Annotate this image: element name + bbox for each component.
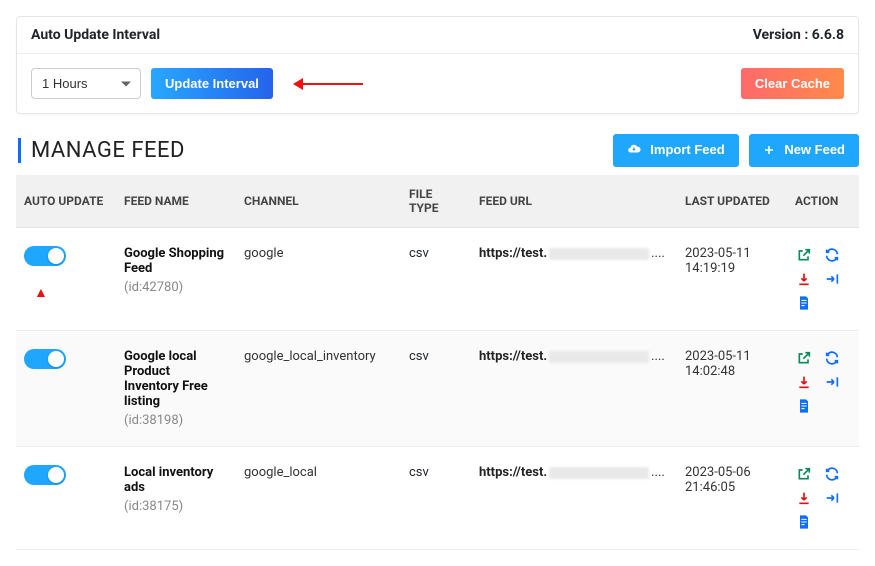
- feed-url-cell: https://test.....: [471, 447, 677, 550]
- panel-header: Auto Update Interval Version : 6.6.8: [17, 17, 858, 54]
- channel-value: google: [236, 228, 401, 331]
- feed-url-blurred: [549, 351, 649, 363]
- export-icon[interactable]: [823, 373, 841, 391]
- document-icon[interactable]: [795, 397, 813, 415]
- panel-title: Auto Update Interval: [31, 27, 160, 43]
- document-icon[interactable]: [795, 294, 813, 312]
- last-updated-value: 2023-05-1114:02:48: [677, 331, 787, 447]
- table-row: ▲ Google Shopping Feed (id:42780) google…: [16, 228, 859, 331]
- open-link-icon[interactable]: [795, 246, 813, 264]
- feed-url-blurred: [549, 467, 649, 479]
- table-row: ▲ Google local Product Inventory Free li…: [16, 331, 859, 447]
- auto-update-panel: Auto Update Interval Version : 6.6.8 1 H…: [16, 16, 859, 114]
- feed-url-suffix: ....: [651, 246, 665, 261]
- download-icon[interactable]: [795, 270, 813, 288]
- import-feed-label: Import Feed: [650, 142, 724, 157]
- feed-url-prefix: https://test.: [479, 246, 547, 261]
- document-icon[interactable]: [795, 513, 813, 531]
- feed-name: Local inventory ads: [124, 465, 228, 495]
- last-updated-value: 2023-05-0621:46:05: [677, 447, 787, 550]
- col-file-type: FILE TYPE: [401, 175, 471, 228]
- feed-url-cell: https://test.....: [471, 228, 677, 331]
- version-label: Version : 6.6.8: [753, 27, 844, 43]
- feed-id: (id:38175): [124, 499, 228, 514]
- section-title: MANAGE FEED: [18, 138, 185, 163]
- file-type-value: csv: [401, 331, 471, 447]
- col-channel: CHANNEL: [236, 175, 401, 228]
- export-icon[interactable]: [823, 270, 841, 288]
- new-feed-label: New Feed: [784, 142, 845, 157]
- table-header-row: AUTO UPDATE FEED NAME CHANNEL FILE TYPE …: [16, 175, 859, 228]
- col-action: ACTION: [787, 175, 859, 228]
- new-feed-button[interactable]: New Feed: [749, 134, 859, 167]
- download-icon[interactable]: [795, 489, 813, 507]
- table-row: ▲ Local inventory ads (id:38175) google_…: [16, 447, 859, 550]
- col-feed-url: FEED URL: [471, 175, 677, 228]
- col-feed-name: FEED NAME: [116, 175, 236, 228]
- refresh-icon[interactable]: [823, 465, 841, 483]
- col-last-updated: LAST UPDATED: [677, 175, 787, 228]
- feed-url-blurred: [549, 248, 649, 260]
- feeds-table: AUTO UPDATE FEED NAME CHANNEL FILE TYPE …: [16, 175, 859, 550]
- col-auto-update: AUTO UPDATE: [16, 175, 116, 228]
- auto-update-toggle[interactable]: [24, 246, 66, 266]
- update-interval-button[interactable]: Update Interval: [151, 68, 273, 99]
- feed-url-suffix: ....: [651, 349, 665, 364]
- interval-select-wrap: 1 Hours: [31, 68, 141, 99]
- auto-update-toggle[interactable]: [24, 465, 66, 485]
- last-updated-value: 2023-05-1114:19:19: [677, 228, 787, 331]
- arrow-left-icon: [293, 78, 363, 90]
- feed-id: (id:42780): [124, 280, 228, 295]
- export-icon[interactable]: [823, 489, 841, 507]
- feed-url-prefix: https://test.: [479, 349, 547, 364]
- download-icon[interactable]: [795, 373, 813, 391]
- refresh-icon[interactable]: [823, 349, 841, 367]
- import-feed-button[interactable]: Import Feed: [613, 134, 739, 167]
- feed-url-suffix: ....: [651, 465, 665, 480]
- manage-feed-header: MANAGE FEED Import Feed New Feed: [16, 134, 859, 167]
- refresh-icon[interactable]: [823, 246, 841, 264]
- interval-controls: 1 Hours Update Interval: [31, 68, 363, 99]
- action-buttons: [795, 349, 851, 415]
- file-type-value: csv: [401, 228, 471, 331]
- channel-value: google_local_inventory: [236, 331, 401, 447]
- action-buttons: [795, 465, 851, 531]
- feed-url-cell: https://test.....: [471, 331, 677, 447]
- feed-url-prefix: https://test.: [479, 465, 547, 480]
- interval-select[interactable]: 1 Hours: [31, 68, 141, 99]
- open-link-icon[interactable]: [795, 349, 813, 367]
- plus-icon: [763, 144, 779, 159]
- open-link-icon[interactable]: [795, 465, 813, 483]
- arrow-up-icon: ▲: [34, 284, 108, 301]
- section-actions: Import Feed New Feed: [613, 134, 859, 167]
- file-type-value: csv: [401, 447, 471, 550]
- auto-update-toggle[interactable]: [24, 349, 66, 369]
- cloud-download-icon: [627, 144, 645, 159]
- channel-value: google_local: [236, 447, 401, 550]
- feed-name: Google local Product Inventory Free list…: [124, 349, 228, 409]
- panel-body: 1 Hours Update Interval Clear Cache: [17, 54, 858, 113]
- clear-cache-button[interactable]: Clear Cache: [741, 68, 844, 99]
- action-buttons: [795, 246, 851, 312]
- feed-id: (id:38198): [124, 413, 228, 428]
- feed-name: Google Shopping Feed: [124, 246, 228, 276]
